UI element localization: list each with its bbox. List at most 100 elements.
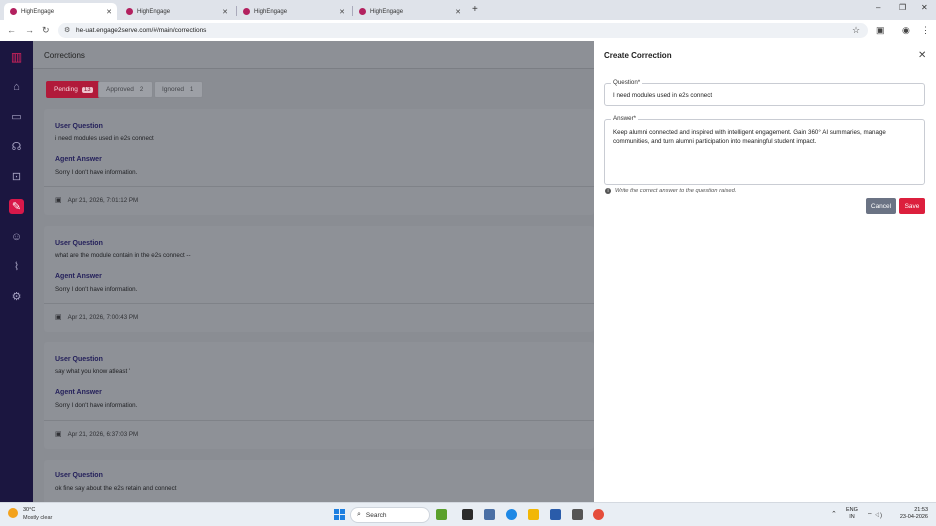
page-title: Corrections: [44, 51, 85, 60]
info-icon: i: [605, 188, 611, 194]
filter-label: Pending: [54, 86, 78, 93]
url-text: he-uat.engage2serve.com/#/main/correctio…: [76, 27, 207, 34]
card-date: ▣ Apr 21, 2026, 7:00:43 PM: [55, 313, 138, 322]
answer-hint: i Write the correct answer to the questi…: [605, 188, 736, 194]
highengage-favicon-icon: [359, 8, 366, 15]
close-icon[interactable]: ✕: [918, 50, 926, 61]
browser-toolbar: ← → ↻ ⚙ he-uat.engage2serve.com/#/main/c…: [0, 20, 936, 41]
windows-taskbar: 30°C Mostly clear ⌕ Search ⌃ ENG IN ⌔ ◁)…: [0, 502, 936, 526]
search-icon: ⌕: [357, 511, 361, 518]
profile-icon[interactable]: ◉: [902, 25, 910, 36]
chrome-browser-icon[interactable]: [593, 509, 604, 520]
correction-card[interactable]: User Question what are the module contai…: [44, 226, 594, 332]
browser-tab[interactable]: HighEngage ✕: [237, 3, 350, 20]
reload-icon[interactable]: ↻: [42, 25, 50, 36]
card-divider: [44, 186, 594, 187]
logo-icon[interactable]: ▥: [9, 49, 24, 64]
tab-close-icon[interactable]: ✕: [106, 8, 112, 16]
more-menu-icon[interactable]: ⋮: [921, 25, 930, 36]
tab-close-icon[interactable]: ✕: [222, 8, 228, 16]
question-label: User Question: [55, 472, 103, 479]
weather-icon[interactable]: [8, 508, 18, 518]
back-arrow-icon[interactable]: ←: [7, 25, 16, 35]
question-label: User Question: [55, 240, 103, 247]
edge-browser-icon[interactable]: [506, 509, 517, 520]
taskbar-search[interactable]: ⌕ Search: [350, 507, 430, 523]
filter-label: Ignored: [162, 86, 185, 93]
windows-start-icon[interactable]: [334, 509, 345, 520]
filter-count-badge: 2: [139, 86, 144, 93]
corrections-icon[interactable]: ✎: [9, 199, 24, 214]
save-button[interactable]: Save: [899, 198, 925, 214]
calendar-icon: ▣: [55, 314, 62, 321]
question-text: say what you know atleast ': [55, 368, 131, 375]
language-indicator[interactable]: ENG IN: [846, 507, 858, 521]
minimize-button[interactable]: –: [876, 3, 880, 12]
filter-label: Approved: [106, 86, 134, 93]
answer-label: Agent Answer: [55, 389, 102, 396]
site-settings-icon[interactable]: ⚙: [64, 26, 70, 34]
bookmark-star-icon[interactable]: ☆: [852, 25, 860, 36]
forward-arrow-icon[interactable]: →: [25, 25, 34, 35]
weather-description: Mostly clear: [23, 515, 53, 521]
app-icon[interactable]: [484, 509, 495, 520]
window-close-button[interactable]: ✕: [921, 3, 928, 12]
question-field[interactable]: Question* I need modules used in e2s con…: [604, 79, 925, 106]
tab-close-icon[interactable]: ✕: [455, 8, 461, 16]
users-icon[interactable]: ☺: [9, 229, 24, 244]
file-explorer-icon[interactable]: [528, 509, 539, 520]
chat-icon[interactable]: ▭: [9, 109, 24, 124]
correction-card[interactable]: User Question i need modules used in e2s…: [44, 109, 594, 215]
analytics-icon[interactable]: ⌇: [9, 259, 24, 274]
date-text: Apr 21, 2026, 7:01:12 PM: [67, 196, 139, 204]
filter-count-badge: 1: [190, 86, 194, 93]
card-date: ▣ Apr 21, 2026, 7:01:12 PM: [55, 196, 139, 205]
store-icon[interactable]: [550, 509, 561, 520]
tab-title: HighEngage: [370, 8, 404, 15]
browser-tab[interactable]: HighEngage ✕: [353, 3, 466, 20]
app-icon[interactable]: [572, 509, 583, 520]
card-divider: [44, 420, 594, 421]
answer-field-value: Keep alumni connected and inspired with …: [613, 129, 886, 145]
correction-card[interactable]: User Question say what you know atleast …: [44, 342, 594, 449]
settings-icon[interactable]: ⚙: [9, 289, 24, 304]
widgets-icon[interactable]: [436, 509, 447, 520]
maximize-button[interactable]: ❐: [899, 3, 906, 12]
filter-count-badge: 13: [81, 86, 93, 93]
lock-icon[interactable]: ⊡: [9, 169, 24, 184]
network-volume-icon[interactable]: ⌔ ◁): [867, 511, 882, 519]
tab-title: HighEngage: [21, 8, 55, 15]
home-icon[interactable]: ⌂: [9, 79, 24, 94]
cancel-button[interactable]: Cancel: [866, 198, 896, 214]
browser-tab-bar: HighEngage ✕ HighEngage ✕ HighEngage ✕ H…: [0, 0, 936, 20]
clock-date: 23-04-2026: [899, 514, 928, 520]
system-clock[interactable]: 21:53 23-04-2026: [893, 507, 928, 521]
correction-card[interactable]: User Question ok fine say about the e2s …: [44, 460, 594, 502]
app-sidebar: ▥ ⌂ ▭ ☊ ⊡ ✎ ☺ ⌇ ⚙: [0, 41, 33, 502]
filter-approved-button[interactable]: Approved 2: [98, 81, 154, 98]
filter-ignored-button[interactable]: Ignored 1: [154, 81, 204, 98]
address-bar[interactable]: ⚙ he-uat.engage2serve.com/#/main/correct…: [58, 23, 868, 38]
tab-close-icon[interactable]: ✕: [339, 8, 345, 16]
headset-icon[interactable]: ☊: [9, 139, 24, 154]
create-correction-drawer: Create Correction ✕ Question* I need mod…: [594, 41, 936, 502]
highengage-favicon-icon: [126, 8, 133, 15]
question-field-label: Question*: [611, 79, 643, 86]
sidebar-panel-icon[interactable]: ▣: [876, 25, 885, 36]
question-text: i need modules used in e2s connect: [55, 135, 154, 142]
chevron-up-icon[interactable]: ⌃: [831, 510, 837, 518]
region-code: IN: [849, 514, 855, 520]
tab-title: HighEngage: [137, 8, 171, 15]
question-field-value: I need modules used in e2s connect: [613, 92, 713, 99]
task-view-icon[interactable]: [462, 509, 473, 520]
filter-pending-button[interactable]: Pending 13: [46, 81, 101, 98]
answer-label: Agent Answer: [55, 273, 102, 280]
highengage-favicon-icon: [243, 8, 250, 15]
answer-field[interactable]: Answer* Keep alumni connected and inspir…: [604, 115, 925, 185]
browser-tab[interactable]: HighEngage ✕: [4, 3, 117, 20]
new-tab-button[interactable]: +: [472, 4, 478, 15]
lang-code: ENG: [846, 507, 858, 513]
page-header: Corrections: [33, 41, 594, 69]
answer-field-label: Answer*: [611, 115, 639, 122]
browser-tab[interactable]: HighEngage ✕: [120, 3, 233, 20]
